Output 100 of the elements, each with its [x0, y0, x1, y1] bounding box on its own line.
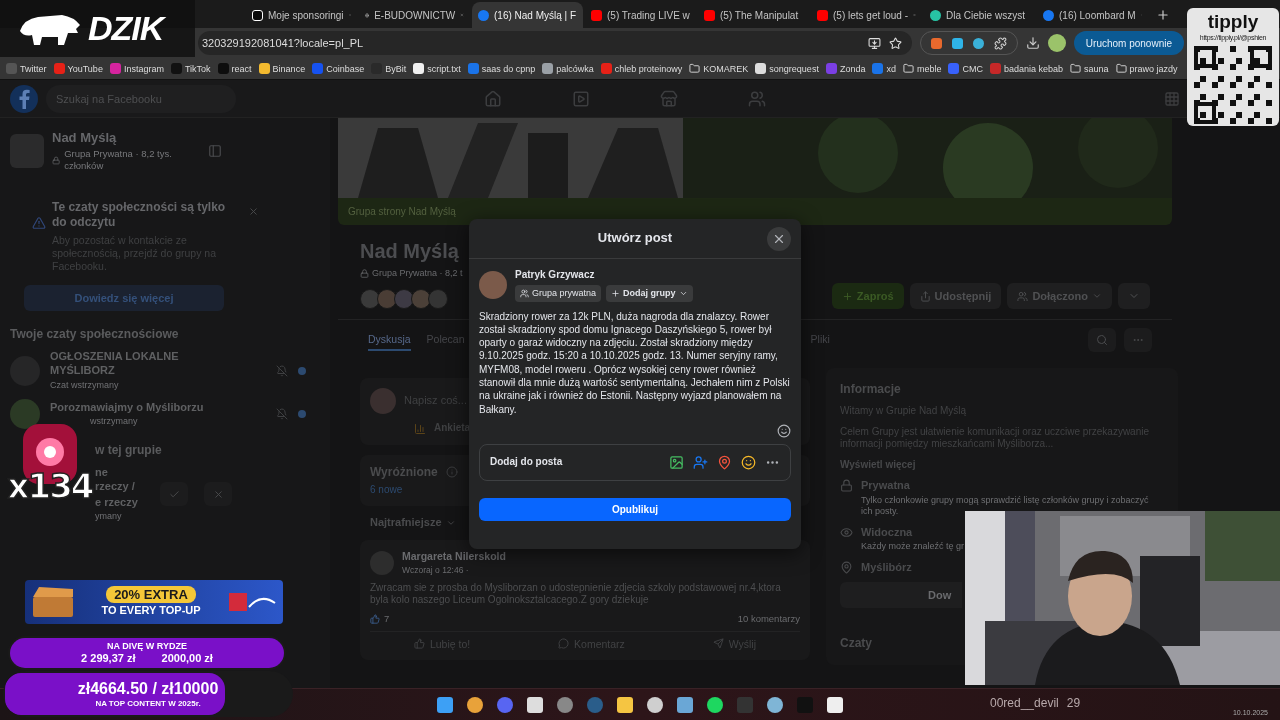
bookmark[interactable]: palcówka [542, 63, 594, 74]
share-icon [919, 290, 931, 302]
chest-icon [31, 585, 75, 619]
photo-icon[interactable] [669, 454, 684, 470]
like-icon [370, 613, 380, 624]
bookmark[interactable]: prawo jazdy [1115, 63, 1178, 74]
bookmark[interactable]: xd [872, 63, 896, 74]
people-icon [520, 288, 529, 298]
play-icon [591, 9, 602, 21]
eye-icon [840, 525, 853, 539]
promo-headline: 20% EXTRA [106, 586, 196, 604]
emoji-icon[interactable] [777, 423, 791, 438]
bookmark[interactable]: sauna [1070, 63, 1109, 74]
epic-icon[interactable] [826, 695, 844, 714]
unread-dot [298, 410, 306, 419]
tag-people-icon[interactable] [693, 454, 708, 470]
fact-text: Każdy może znaleźć tę gr [861, 541, 966, 553]
chat-avatar [10, 399, 40, 430]
bookmark[interactable]: meble [902, 63, 942, 74]
windows-icon[interactable] [436, 695, 454, 714]
browser-tab[interactable]: (16) Nad Myślą | F [472, 2, 583, 28]
bookmark[interactable]: Coinbase [312, 63, 365, 74]
reaction-count: 7 [384, 612, 390, 625]
warning-icon [32, 216, 46, 230]
bookmark[interactable]: Twitter [6, 63, 47, 74]
qr-code-icon [1194, 45, 1272, 124]
promo-subline: TO EVERY TOP-UP [101, 604, 201, 618]
install-icon[interactable] [867, 36, 881, 50]
viewer-count: 29 [1066, 696, 1081, 710]
post-text-field[interactable]: Skradziony rower za 12k PLN, duża nagroda dla znalazcy. Rower został skradziony spod domu Ignacego Daszyńskiego 5, rower był oparty o garaż widoczny na zdjęciu. Został skradziony między 9.10.2025 godz. 15:20 a 10.10.2025 godz. 13. Numer seryjny ramy, MYFM08, model roweru . Oprócz wysokiej ceny rower również stanowił dla mnie dużą wartość sentymentalną. Jechałem nim z Polski na ukraine jak i również do Estonii. Następny wyjazd planowałem na Bałkany. [469, 301, 801, 424]
chat-status: ymany [95, 511, 123, 523]
chat-icon[interactable] [496, 695, 514, 714]
feeling-icon[interactable] [741, 454, 756, 470]
goal-title: NA TOP CONTENT W 2025r. [95, 699, 201, 709]
bookmark[interactable]: CMC [948, 63, 983, 74]
browser-tab[interactable]: E-BUDOWNICTW [359, 2, 470, 28]
browser-tab[interactable]: (16) Loombard M [1037, 2, 1148, 28]
address-field[interactable]: 320329192081041?locale=pl_PL [198, 31, 912, 55]
browser-tab[interactable]: Moje sponsoringi [246, 2, 357, 28]
user-avatar [370, 388, 396, 415]
close-button[interactable] [767, 227, 791, 251]
folder-icon [1070, 63, 1081, 74]
plus-icon [841, 290, 853, 302]
bookmark[interactable]: script.txt [413, 63, 461, 74]
close-icon [772, 232, 786, 246]
play-icon [704, 9, 715, 21]
chat-item[interactable]: OGŁOSZENIA LOKALNE MYŚLIBORZ Czat wstrzymany [10, 350, 322, 392]
browser-tab[interactable]: (5) lets get loud - [811, 2, 922, 28]
new-tab-icon[interactable] [1156, 8, 1170, 22]
lock-icon [52, 155, 61, 165]
bookmark[interactable]: chleb proteinowy [600, 63, 683, 74]
download-icon[interactable] [1025, 36, 1040, 50]
close-icon [212, 488, 224, 500]
music-icon[interactable] [706, 695, 724, 714]
publish-button[interactable]: Opublikuj [479, 497, 791, 521]
dialog-title: Utwórz post [597, 230, 673, 247]
puzzle-icon[interactable] [993, 36, 1007, 50]
bookmark[interactable]: YouTube [53, 63, 103, 74]
cleaner-icon[interactable] [646, 695, 664, 714]
chat-name: e rzeczy [95, 495, 139, 510]
satellite-icon[interactable] [676, 695, 694, 714]
browser-icon[interactable] [466, 695, 484, 714]
check-icon [168, 488, 180, 500]
add-groups-button[interactable]: Dodaj grupy [606, 284, 693, 302]
user-avatar [479, 271, 507, 300]
profile-avatar[interactable] [1047, 34, 1066, 52]
star-icon[interactable] [888, 36, 902, 50]
bookmark[interactable]: Zonda [825, 63, 866, 74]
like-icon [413, 638, 425, 650]
folder-icon[interactable] [616, 695, 634, 714]
author-name: Patryk Grzywacz [515, 269, 596, 282]
bookmark[interactable]: Instagram [109, 63, 164, 74]
app-icon[interactable] [556, 695, 574, 714]
steam-icon[interactable] [586, 695, 604, 714]
goal-amount: zł4664.50 / zł10000 [77, 679, 219, 699]
bookmark[interactable]: react [217, 63, 252, 74]
bookmark[interactable]: Binance [258, 63, 306, 74]
lock-icon [360, 269, 369, 279]
tipply-logo: tipply [1207, 10, 1259, 34]
pin-icon [840, 560, 853, 574]
facebook-logo[interactable] [10, 84, 38, 113]
bookmark[interactable]: badania kebab [989, 63, 1063, 74]
audience-button[interactable]: Grupa prywatna [515, 284, 602, 302]
section-heading: w tej grupie [95, 443, 163, 459]
document-icon[interactable] [526, 695, 544, 714]
goal-raised: 2 299,37 zł [81, 651, 136, 666]
extension-icon[interactable] [972, 37, 984, 49]
bookmark[interactable]: songrequest [755, 63, 819, 74]
bookmark[interactable]: ByBit [371, 63, 407, 74]
bookmark[interactable]: KOMAREK [689, 63, 749, 74]
post-time: Wczoraj o 12:46 · [402, 565, 470, 576]
lock-icon [840, 479, 853, 493]
audio-icon [930, 9, 941, 21]
extension-icon[interactable] [951, 37, 963, 49]
bookmark[interactable]: saas do cpnp [467, 63, 536, 74]
extension-icon[interactable] [930, 37, 942, 49]
globe-icon[interactable] [766, 695, 784, 714]
location-icon[interactable] [717, 454, 732, 470]
bookmark[interactable]: TikTok [170, 63, 211, 74]
restart-button[interactable]: Uruchom ponownie [1073, 31, 1184, 55]
